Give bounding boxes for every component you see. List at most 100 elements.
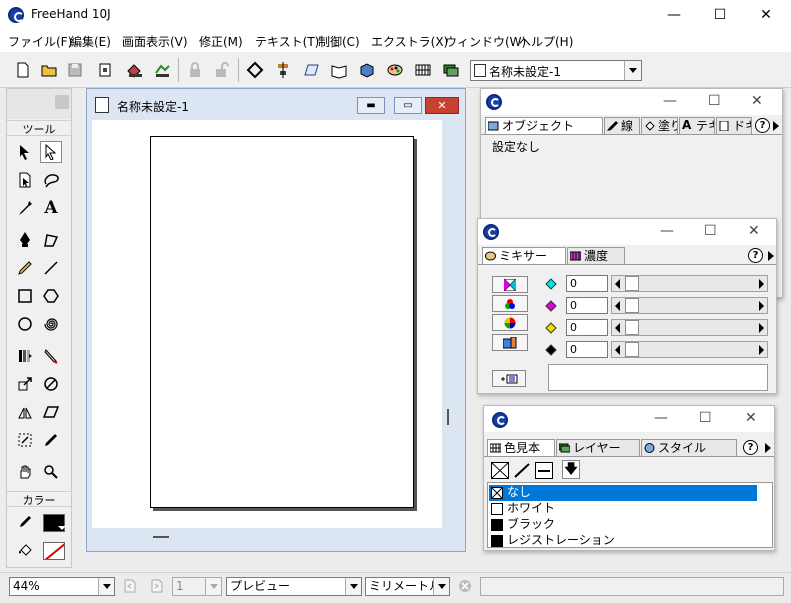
units-dropdown[interactable] — [433, 578, 449, 595]
palette-menu-arrow-icon[interactable] — [773, 121, 779, 131]
palette-close-button[interactable]: ✕ — [748, 223, 760, 239]
skew-tool[interactable] — [40, 401, 62, 423]
document-page[interactable] — [150, 136, 414, 508]
open-folder-icon[interactable] — [40, 61, 58, 79]
arrow-right-icon[interactable] — [759, 323, 764, 333]
unlock-icon[interactable] — [212, 61, 230, 79]
trace-tool[interactable] — [14, 429, 36, 451]
add-to-swatches-button[interactable] — [492, 370, 526, 387]
rotate-tool[interactable] — [40, 373, 62, 395]
tools-panel-titlebar[interactable] — [7, 89, 71, 119]
new-document-icon[interactable] — [14, 61, 32, 79]
color-preview-well[interactable] — [548, 364, 768, 391]
palette-minimize-button[interactable]: — — [654, 410, 668, 426]
arrow-right-icon[interactable] — [759, 301, 764, 311]
arrow-right-icon[interactable] — [759, 345, 764, 355]
eyedropper-tool[interactable] — [14, 197, 36, 219]
arrow-left-icon[interactable] — [615, 279, 620, 289]
swatch-black[interactable]: ブラック — [489, 517, 757, 533]
horizontal-scroll-thumb[interactable] — [153, 536, 169, 538]
maximize-button[interactable]: ☐ — [697, 0, 743, 30]
zoom-tool[interactable] — [40, 461, 62, 483]
page-dropdown[interactable] — [205, 578, 221, 595]
ellipse-tool[interactable] — [14, 313, 36, 335]
subselect-tool[interactable] — [40, 141, 62, 163]
swatch-registration[interactable]: レジストレーション — [489, 533, 757, 549]
export-icon[interactable] — [126, 61, 144, 79]
cyan-slider[interactable] — [611, 275, 768, 292]
cyan-value-field[interactable]: 0 — [566, 275, 608, 292]
help-icon[interactable]: ? — [748, 248, 763, 263]
black-value-field[interactable]: 0 — [566, 341, 608, 358]
both-selector-button[interactable] — [535, 462, 553, 479]
pointer-tool[interactable] — [14, 141, 36, 163]
help-icon[interactable]: ? — [743, 440, 758, 455]
magenta-value-field[interactable]: 0 — [566, 297, 608, 314]
slider-thumb[interactable] — [625, 298, 639, 313]
line-tool[interactable] — [40, 257, 62, 279]
spiral-tool[interactable] — [40, 313, 62, 335]
doc-close-button[interactable]: ✕ — [425, 97, 459, 114]
tab-text[interactable]: A テキ — [679, 117, 715, 134]
view-mode-dropdown[interactable] — [345, 578, 361, 595]
library-icon[interactable] — [330, 61, 348, 79]
yellow-slider[interactable] — [611, 319, 768, 336]
stroke-color-tool[interactable] — [14, 511, 36, 533]
cancel-render-icon[interactable] — [458, 579, 472, 593]
swatches-palette-titlebar[interactable]: — ☐ ✕ — [484, 406, 774, 432]
zoom-dropdown[interactable] — [98, 578, 114, 595]
freeform-tool[interactable] — [40, 429, 62, 451]
palette-close-button[interactable]: ✕ — [745, 410, 757, 426]
yellow-value-field[interactable]: 0 — [566, 319, 608, 336]
pencil-tool[interactable] — [14, 257, 36, 279]
polygon-tool[interactable] — [40, 285, 62, 307]
stroke-selector-button[interactable] — [513, 462, 531, 479]
export-again-icon[interactable] — [153, 61, 171, 79]
menu-view[interactable]: 画面表示(V) — [122, 33, 188, 50]
swatch-none[interactable]: なし — [489, 485, 757, 501]
help-icon[interactable]: ? — [755, 118, 770, 133]
knife-tool[interactable] — [40, 345, 62, 367]
palette-maximize-button[interactable]: ☐ — [708, 93, 721, 109]
magenta-slider[interactable] — [611, 297, 768, 314]
swatch-white[interactable]: ホワイト — [489, 501, 757, 517]
next-page-icon[interactable] — [151, 579, 163, 593]
reflect-tool[interactable] — [14, 401, 36, 423]
lasso-tool[interactable] — [40, 169, 62, 191]
document-selector-dropdown[interactable] — [624, 61, 641, 80]
palette-maximize-button[interactable]: ☐ — [699, 410, 712, 426]
import-icon[interactable] — [96, 61, 114, 79]
palette-menu-arrow-icon[interactable] — [765, 443, 771, 453]
tab-tints[interactable]: 濃度 — [567, 247, 625, 264]
slider-thumb[interactable] — [625, 342, 639, 357]
page-tool[interactable] — [14, 169, 36, 191]
fill-color-swatch[interactable] — [43, 542, 65, 560]
menu-file[interactable]: ファイル(F) — [8, 33, 72, 50]
layers-icon[interactable] — [442, 61, 460, 79]
slider-thumb[interactable] — [625, 320, 639, 335]
transform-icon[interactable] — [246, 61, 264, 79]
menu-text[interactable]: テキスト(T) — [255, 33, 319, 50]
minimize-button[interactable]: — — [651, 0, 697, 30]
doc-minimize-button[interactable]: ▬ — [357, 97, 385, 114]
close-button[interactable]: ✕ — [743, 0, 789, 30]
text-tool[interactable]: A — [40, 197, 62, 219]
rgb-mode-button[interactable] — [492, 295, 528, 312]
palette-menu-arrow-icon[interactable] — [768, 251, 774, 261]
menu-window[interactable]: ウィンドウ(W) — [445, 33, 526, 50]
arrow-left-icon[interactable] — [615, 323, 620, 333]
tab-swatches[interactable]: 色見本 — [487, 439, 555, 456]
vertical-scroll-thumb[interactable] — [447, 409, 449, 425]
doc-maximize-button[interactable]: ▭ — [394, 97, 422, 114]
units-select[interactable]: ミリメートル — [365, 577, 450, 596]
mixer-palette-titlebar[interactable]: — ☐ ✕ — [478, 219, 776, 245]
arrow-right-icon[interactable] — [759, 279, 764, 289]
scale-tool[interactable] — [14, 373, 36, 395]
tab-layers[interactable]: レイヤー — [556, 439, 640, 456]
save-icon[interactable] — [66, 61, 84, 79]
pen-tool[interactable] — [14, 229, 36, 251]
palette-maximize-button[interactable]: ☐ — [704, 223, 717, 239]
palette-minimize-button[interactable]: — — [660, 223, 674, 239]
tab-document[interactable]: ドキュ — [716, 117, 752, 134]
tab-styles[interactable]: スタイル — [641, 439, 737, 456]
